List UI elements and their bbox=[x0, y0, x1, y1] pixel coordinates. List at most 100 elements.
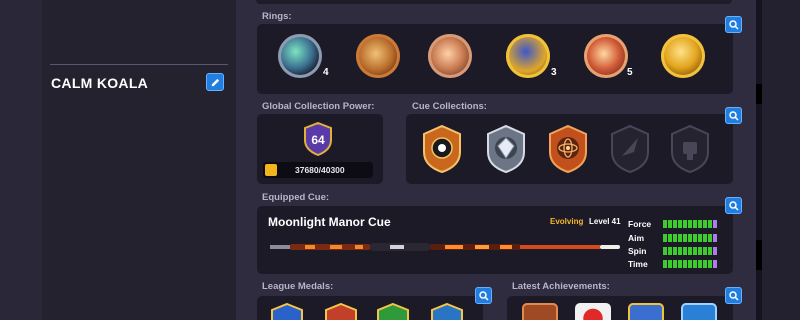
medal-teal-icon[interactable] bbox=[428, 302, 466, 320]
stat-segment bbox=[668, 260, 672, 268]
ring-4-count: 3 bbox=[551, 67, 557, 78]
league-medals-search-button[interactable] bbox=[475, 287, 492, 304]
latest-achievements-search-button[interactable] bbox=[725, 287, 742, 304]
stat-label-spin: Spin bbox=[628, 246, 647, 256]
achievement-4-icon[interactable] bbox=[681, 303, 717, 320]
medal-green-icon[interactable] bbox=[374, 302, 412, 320]
power-progress-text: 37680/40300 bbox=[295, 165, 345, 175]
league-medals-label: League Medals: bbox=[262, 281, 334, 292]
cue-name: Moonlight Manor Cue bbox=[268, 215, 391, 229]
ring-4-icon[interactable] bbox=[506, 34, 550, 78]
atom-collection-icon[interactable] bbox=[546, 124, 590, 174]
equipped-cue-label: Equipped Cue: bbox=[262, 192, 330, 203]
cue-level: Level 41 bbox=[589, 217, 621, 226]
stat-segment bbox=[663, 220, 667, 228]
stat-segment bbox=[668, 247, 672, 255]
top-card-edge bbox=[256, 0, 732, 4]
search-icon bbox=[728, 200, 739, 211]
shield-icon: 64 bbox=[304, 121, 332, 157]
latest-achievements-label: Latest Achievements: bbox=[512, 281, 610, 292]
stat-segment bbox=[703, 234, 707, 242]
stat-segment bbox=[668, 234, 672, 242]
stat-segment bbox=[713, 220, 717, 228]
ring-3-icon[interactable] bbox=[428, 34, 472, 78]
stat-segment bbox=[708, 220, 712, 228]
stat-segment bbox=[663, 234, 667, 242]
locked-wing-collection-icon[interactable] bbox=[608, 124, 652, 174]
stat-segment bbox=[663, 260, 667, 268]
diamond-collection-icon[interactable] bbox=[484, 124, 528, 174]
ring-1-count: 4 bbox=[323, 67, 329, 78]
stat-segment bbox=[673, 234, 677, 242]
scroll-marker bbox=[756, 84, 762, 104]
scroll-track[interactable] bbox=[756, 0, 762, 320]
stat-segment bbox=[678, 234, 682, 242]
rings-search-button[interactable] bbox=[725, 16, 742, 33]
stat-segment bbox=[688, 260, 692, 268]
right-edge-panel bbox=[756, 0, 800, 320]
stat-segment bbox=[708, 247, 712, 255]
search-icon bbox=[728, 110, 739, 121]
ring-1-icon[interactable] bbox=[278, 34, 322, 78]
stat-segment bbox=[673, 247, 677, 255]
stat-bar-force bbox=[663, 220, 717, 228]
cue-collections-label: Cue Collections: bbox=[412, 101, 487, 112]
stat-segment bbox=[673, 220, 677, 228]
stat-segment bbox=[693, 220, 697, 228]
stat-segment bbox=[698, 234, 702, 242]
stat-label-aim: Aim bbox=[628, 233, 645, 243]
stat-segment bbox=[708, 234, 712, 242]
stat-segment bbox=[688, 234, 692, 242]
cue-collections-search-button[interactable] bbox=[725, 107, 742, 124]
left-strip bbox=[0, 0, 42, 320]
stat-segment bbox=[668, 220, 672, 228]
achievement-2-icon[interactable] bbox=[575, 303, 611, 320]
stat-segment bbox=[673, 260, 677, 268]
eight-ball-collection-icon[interactable] bbox=[420, 124, 464, 174]
stat-segment bbox=[678, 260, 682, 268]
stat-segment bbox=[713, 260, 717, 268]
stat-segment bbox=[708, 260, 712, 268]
medal-blue-icon[interactable] bbox=[268, 302, 306, 320]
equipped-cue-search-button[interactable] bbox=[725, 197, 742, 214]
stat-segment bbox=[703, 247, 707, 255]
power-level-badge: 64 bbox=[303, 121, 333, 157]
stat-label-time: Time bbox=[628, 259, 648, 269]
search-icon bbox=[728, 19, 739, 30]
achievement-1-icon[interactable] bbox=[522, 303, 558, 320]
power-level-value: 64 bbox=[311, 133, 325, 147]
medal-red-icon[interactable] bbox=[322, 302, 360, 320]
stat-label-force: Force bbox=[628, 219, 652, 229]
ring-6-icon[interactable] bbox=[661, 34, 705, 78]
power-progress-fill bbox=[265, 164, 277, 176]
scroll-marker bbox=[756, 240, 762, 270]
profile-panel bbox=[42, 0, 236, 320]
ring-5-count: 5 bbox=[627, 67, 633, 78]
achievement-3-icon[interactable] bbox=[628, 303, 664, 320]
power-label: Global Collection Power: bbox=[262, 101, 375, 112]
ring-5-icon[interactable] bbox=[584, 34, 628, 78]
player-name: CALM KOALA bbox=[51, 75, 149, 91]
ring-2-icon[interactable] bbox=[356, 34, 400, 78]
name-divider bbox=[50, 64, 228, 65]
cue-image[interactable] bbox=[270, 240, 620, 254]
stat-segment bbox=[713, 234, 717, 242]
stat-segment bbox=[698, 220, 702, 228]
stat-segment bbox=[693, 247, 697, 255]
search-icon bbox=[478, 290, 489, 301]
stat-segment bbox=[678, 247, 682, 255]
stat-segment bbox=[688, 220, 692, 228]
stat-segment bbox=[698, 260, 702, 268]
stat-segment bbox=[703, 220, 707, 228]
stat-bar-spin bbox=[663, 247, 717, 255]
edit-name-button[interactable] bbox=[206, 73, 224, 91]
stat-segment bbox=[693, 260, 697, 268]
locked-fist-collection-icon[interactable] bbox=[668, 124, 712, 174]
pencil-icon bbox=[211, 78, 219, 86]
stat-bar-aim bbox=[663, 234, 717, 242]
rings-label: Rings: bbox=[262, 11, 292, 22]
search-icon bbox=[728, 290, 739, 301]
cue-status: Evolving bbox=[550, 217, 584, 226]
stat-segment bbox=[713, 247, 717, 255]
stat-bar-time bbox=[663, 260, 717, 268]
